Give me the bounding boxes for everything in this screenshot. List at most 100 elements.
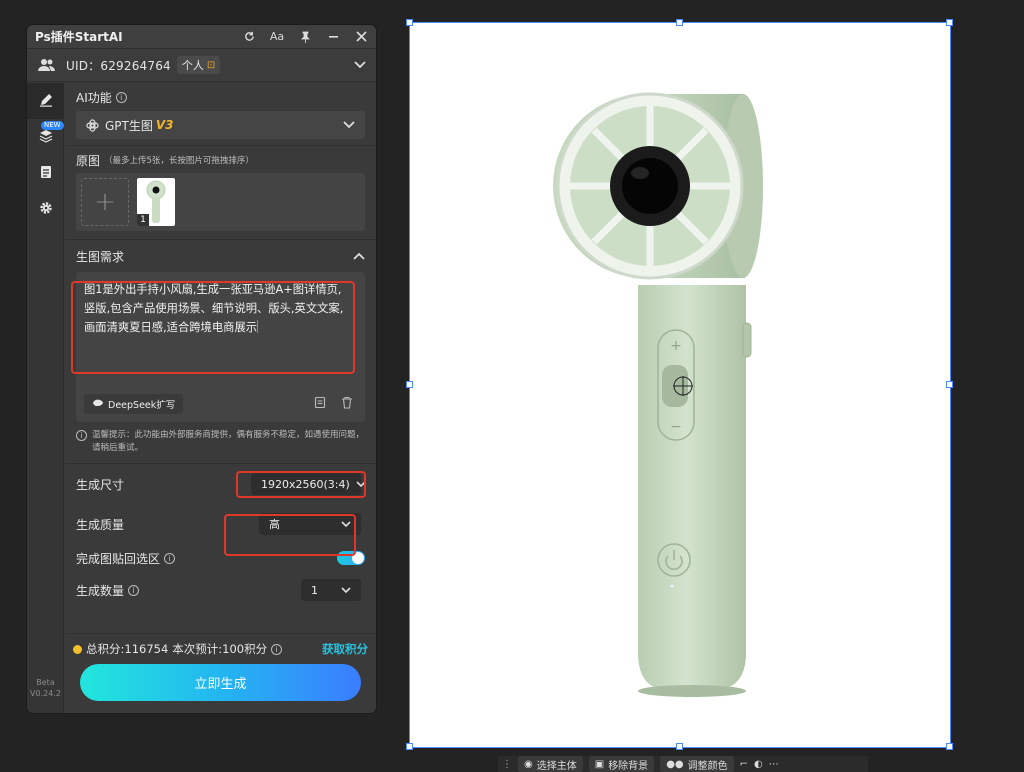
svg-text:−: − — [670, 419, 682, 435]
minimize-icon[interactable] — [326, 30, 340, 44]
sidebar-item-settings[interactable] — [27, 191, 64, 227]
sidebar-item-layers[interactable]: NEW — [27, 119, 64, 155]
users-icon — [37, 58, 57, 72]
gift-icon: ⊡ — [206, 59, 216, 71]
pin-icon[interactable] — [298, 30, 312, 44]
transform-handle[interactable] — [946, 743, 953, 750]
trash-icon[interactable] — [341, 394, 353, 413]
uid-label: UID：629264764 — [66, 58, 171, 73]
count-row: 生成数量 i 1 — [65, 572, 376, 608]
adjust-color-button[interactable]: ●● 调整颜色 — [660, 756, 734, 772]
ai-function-label: AI功能 — [76, 90, 112, 105]
chevron-down-icon[interactable] — [354, 58, 366, 72]
service-tip-text: 温馨提示：此功能由外部服务商提供，偶有服务不稳定，如遇使用问题，请稍后重试。 — [92, 430, 365, 453]
chevron-down-icon — [341, 584, 351, 597]
openai-icon — [86, 118, 99, 132]
transform-handle[interactable] — [406, 743, 413, 750]
get-points-link[interactable]: 获取积分 — [322, 641, 368, 657]
deepseek-expand-button[interactable]: DeepSeek扩写 — [84, 394, 184, 414]
version-label: V0.24.2 — [30, 689, 61, 698]
transform-handle[interactable] — [676, 19, 683, 26]
service-tip: i 温馨提示：此功能由外部服务商提供，偶有服务不稳定，如遇使用问题，请稍后重试。 — [76, 429, 365, 455]
prompt-section-header[interactable]: 生图需求 — [76, 240, 365, 272]
contextual-task-bar: ⋮ ◉ 选择主体 ▣ 移除背景 ●● 调整颜色 ⌐ ◐ ⋯ — [498, 756, 868, 772]
refresh-icon[interactable] — [242, 30, 256, 44]
deepseek-label: DeepSeek扩写 — [108, 400, 176, 411]
transform-handle[interactable] — [676, 743, 683, 750]
ai-function-label-row: AI功能 i — [76, 89, 365, 105]
plus-icon: + — [94, 187, 116, 217]
sidebar-item-notes[interactable] — [27, 155, 64, 191]
new-badge: NEW — [41, 121, 64, 130]
svg-text:+: + — [670, 338, 682, 354]
document-canvas[interactable]: + − — [406, 19, 953, 750]
generate-button[interactable]: 立即生成 — [80, 664, 361, 701]
account-type-badge: 个人 ⊡ — [176, 56, 221, 74]
transform-handle[interactable] — [946, 381, 953, 388]
info-icon[interactable]: i — [128, 584, 140, 596]
panel-footer: 总积分:116754 本次预计:100积分 i 获取积分 立即生成 — [65, 633, 376, 713]
chevron-down-icon — [343, 118, 355, 132]
transform-handle[interactable] — [406, 381, 413, 388]
palette-icon: ●● — [666, 758, 684, 770]
info-icon[interactable]: i — [271, 643, 283, 655]
model-version: V3 — [155, 118, 174, 132]
panel-title: Ps插件StartAI — [35, 30, 123, 44]
plugin-panel: Ps插件StartAI Aa UID：629264764 个人 ⊡ NEW Be… — [27, 25, 376, 713]
select-subject-button[interactable]: ◉ 选择主体 — [518, 756, 583, 772]
remove-background-label: 移除背景 — [608, 760, 649, 772]
count-label: 生成数量 — [76, 583, 125, 598]
points-row: 总积分:116754 本次预计:100积分 i 获取积分 — [65, 634, 376, 657]
gear-icon — [39, 200, 53, 219]
crop-icon[interactable]: ⌐ — [740, 759, 748, 770]
panel-content: AI功能 i GPT生图 V3 原图 （最多上传5张，长按图片可拖拽排序） + … — [65, 83, 376, 713]
quality-highlight — [224, 514, 356, 556]
model-name: GPT生图 — [105, 118, 153, 133]
font-size-icon[interactable]: Aa — [270, 30, 284, 44]
account-bar[interactable]: UID：629264764 个人 ⊡ — [27, 49, 376, 82]
chevron-up-icon[interactable] — [353, 249, 365, 263]
paste-back-label-row: 完成图贴回选区 i — [76, 550, 176, 567]
count-label-row: 生成数量 i — [76, 582, 140, 599]
thumbnail-index: 1 — [137, 214, 149, 226]
remove-background-button[interactable]: ▣ 移除背景 — [588, 756, 655, 772]
prompt-highlight — [71, 281, 355, 374]
account-type-label: 个人 — [181, 59, 204, 72]
panel-titlebar: Ps插件StartAI Aa — [27, 25, 376, 49]
clipboard-icon[interactable] — [314, 394, 327, 413]
coin-icon — [73, 644, 82, 654]
close-icon[interactable] — [354, 30, 368, 44]
info-icon[interactable]: i — [115, 91, 127, 103]
quality-label: 生成质量 — [76, 517, 125, 532]
drag-handle-icon[interactable]: ⋮ — [502, 759, 512, 770]
prompt-section-label: 生图需求 — [76, 249, 125, 264]
info-icon[interactable]: i — [164, 552, 176, 564]
model-select[interactable]: GPT生图 V3 — [76, 111, 365, 139]
add-image-button[interactable]: + — [81, 178, 129, 226]
source-images-label: 原图 — [76, 153, 101, 168]
paste-back-label: 完成图贴回选区 — [76, 551, 161, 566]
more-icon[interactable]: ⋯ — [769, 759, 779, 770]
source-images-label-row: 原图 （最多上传5张，长按图片可拖拽排序） — [76, 152, 365, 168]
count-select[interactable]: 1 — [301, 579, 361, 601]
transform-handle[interactable] — [946, 19, 953, 26]
info-icon: i — [76, 430, 87, 441]
cursor-icon: ◉ — [524, 758, 533, 770]
transform-handle[interactable] — [406, 19, 413, 26]
version-info: Beta V0.24.2 — [27, 677, 64, 699]
adjust-color-label: 调整颜色 — [687, 760, 728, 772]
size-highlight — [236, 471, 366, 498]
count-value: 1 — [311, 583, 318, 597]
source-images-hint: （最多上传5张，长按图片可拖拽排序） — [104, 156, 254, 166]
sidebar-item-generate[interactable] — [27, 83, 64, 119]
whale-icon — [92, 398, 104, 410]
beta-label: Beta — [36, 678, 55, 687]
layers-icon — [39, 128, 53, 147]
image-thumbnail[interactable]: 1 — [137, 178, 175, 226]
estimate-points: 本次预计:100积分 — [172, 642, 268, 656]
size-label: 生成尺寸 — [76, 477, 125, 492]
document-icon — [40, 164, 52, 183]
sidebar: NEW Beta V0.24.2 — [27, 83, 64, 713]
pencil-icon — [39, 92, 53, 111]
contrast-icon[interactable]: ◐ — [754, 759, 763, 770]
